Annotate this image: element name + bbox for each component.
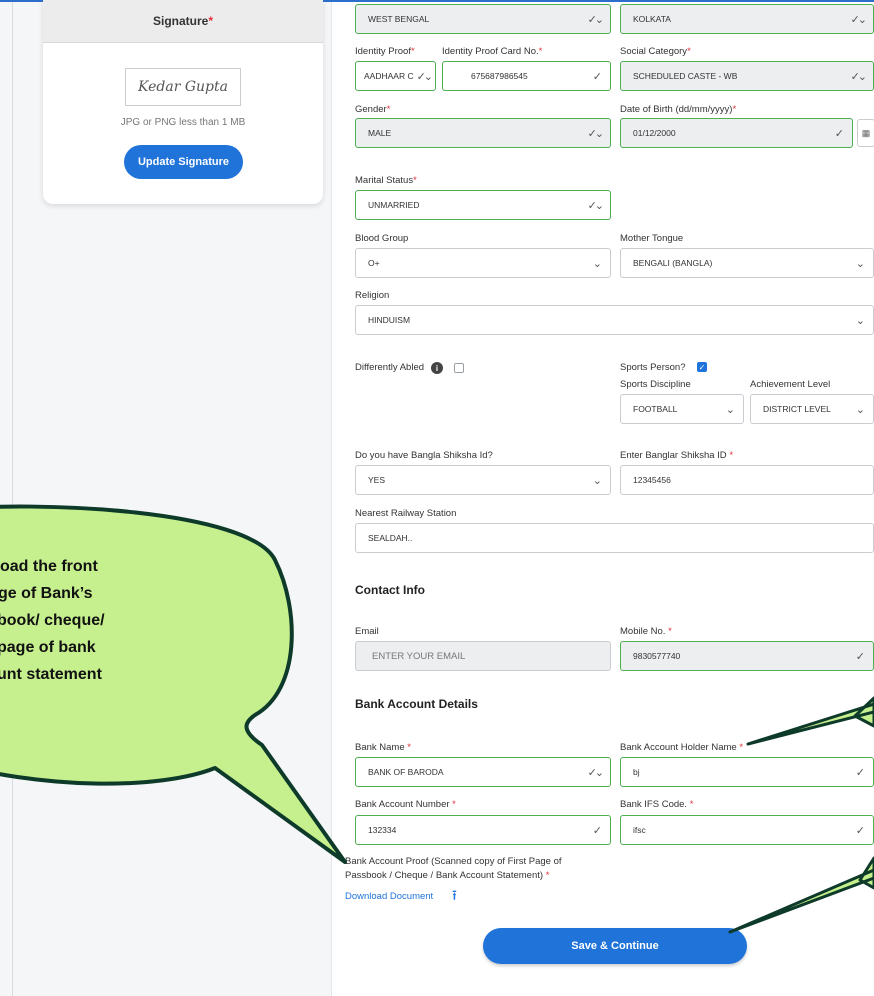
callout-line: page of bank: [0, 639, 96, 656]
callout-arrow-top: [746, 696, 874, 746]
callout-arrow-bottom: [728, 856, 874, 934]
callout-line: ge of Bank’s: [0, 585, 93, 602]
callout-line: oad the front: [0, 558, 98, 575]
callout-line: book/ cheque/: [0, 612, 105, 629]
callout-text: oad the front ge of Bank’s book/ cheque/…: [0, 553, 250, 688]
callout-line: unt statement: [0, 666, 102, 683]
callout-overlay: [0, 504, 874, 934]
